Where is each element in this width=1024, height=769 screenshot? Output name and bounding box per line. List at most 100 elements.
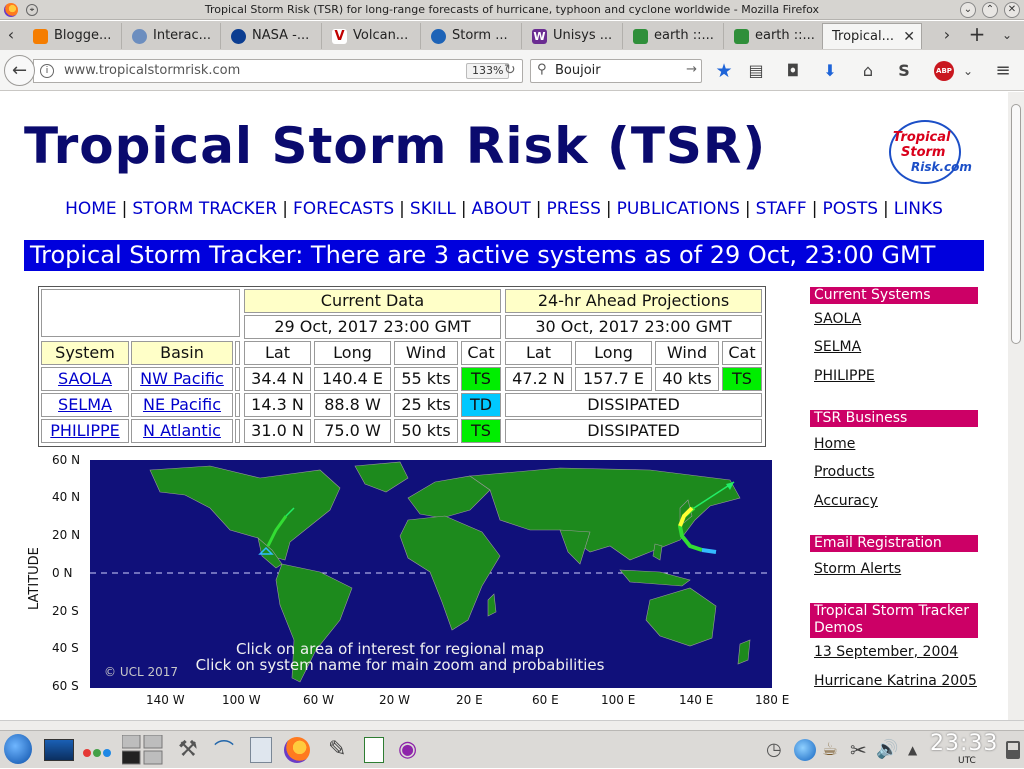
- spreadsheet-icon[interactable]: [364, 737, 384, 763]
- basin-link-ne-pacific[interactable]: NE Pacific: [143, 395, 221, 414]
- new-tab-icon[interactable]: +: [966, 21, 988, 47]
- tabs-scroll-left-icon[interactable]: ‹: [2, 22, 20, 48]
- world-map-svg[interactable]: Click on area of interest for regional m…: [90, 460, 772, 688]
- lon-label: 140 W: [146, 693, 185, 707]
- close-tab-icon[interactable]: ✕: [903, 24, 915, 49]
- tools-icon[interactable]: ⚒: [178, 736, 198, 764]
- updates-icon[interactable]: ◷: [766, 736, 782, 764]
- sidebar-link-accuracy[interactable]: Accuracy: [814, 493, 878, 509]
- tray-expand-icon[interactable]: ▲: [908, 736, 917, 764]
- network-app-icon[interactable]: ⌒: [214, 736, 234, 764]
- desktop-preview-icon[interactable]: [44, 739, 74, 761]
- reload-icon[interactable]: ↻: [504, 62, 516, 78]
- text-editor-icon[interactable]: ✎: [328, 736, 346, 764]
- globe-favicon-icon: [132, 29, 147, 44]
- tab-earth-2[interactable]: earth ::...: [725, 23, 823, 49]
- sidebar-link-home[interactable]: Home: [814, 436, 855, 452]
- world-storm-map[interactable]: Click on area of interest for regional m…: [90, 460, 772, 688]
- maximize-window-icon[interactable]: ⌃: [982, 2, 998, 18]
- cat-cell: TD: [461, 393, 501, 417]
- lat-label: 60 N: [52, 453, 81, 467]
- sync-icon[interactable]: S: [893, 60, 915, 82]
- sidebar-link-storm-alerts[interactable]: Storm Alerts: [814, 561, 901, 577]
- system-link-saola[interactable]: SAOLA: [58, 369, 112, 388]
- system-link-philippe[interactable]: PHILIPPE: [50, 421, 119, 440]
- downloads-icon[interactable]: ⬇: [819, 60, 841, 82]
- tabs-scroll-right-icon[interactable]: ›: [938, 22, 956, 48]
- viewer-app-icon[interactable]: ◉: [398, 736, 417, 764]
- sidebar-link-katrina[interactable]: Hurricane Katrina 2005: [814, 673, 977, 689]
- nav-forecasts[interactable]: FORECASTS: [293, 199, 394, 219]
- tab-interactive[interactable]: Interac...: [123, 23, 221, 49]
- site-info-icon[interactable]: i: [40, 64, 54, 78]
- system-link-selma[interactable]: SELMA: [58, 395, 112, 414]
- proj-wind-cell: 40 kts: [655, 367, 719, 391]
- nav-home[interactable]: HOME: [65, 199, 117, 219]
- activities-icon[interactable]: [82, 744, 112, 757]
- search-bar[interactable]: ⚲ →: [530, 59, 702, 83]
- back-button[interactable]: ←: [4, 55, 35, 86]
- nav-about[interactable]: ABOUT: [472, 199, 531, 219]
- sidebar-link-philippe[interactable]: PHILIPPE: [814, 368, 875, 384]
- minimize-window-icon[interactable]: ⌄: [960, 2, 976, 18]
- scrollbar-thumb[interactable]: [1011, 104, 1021, 344]
- bookmark-star-icon[interactable]: ★: [713, 60, 735, 82]
- wind-cell: 55 kts: [394, 367, 458, 391]
- file-manager-icon[interactable]: [250, 737, 272, 763]
- search-input[interactable]: [555, 63, 685, 78]
- sidebar-link-selma[interactable]: SELMA: [814, 339, 861, 355]
- vertical-scrollbar[interactable]: [1008, 92, 1024, 720]
- cat-cell: TS: [461, 419, 501, 443]
- nav-storm-tracker[interactable]: STORM TRACKER: [132, 199, 277, 219]
- list-tabs-icon[interactable]: ⌄: [996, 22, 1018, 48]
- adblock-menu-icon[interactable]: ⌄: [957, 60, 979, 82]
- taskbar-clock[interactable]: 23:33: [930, 731, 998, 756]
- adblock-icon[interactable]: ABP: [934, 61, 954, 81]
- pocket-icon[interactable]: ◘: [782, 60, 804, 82]
- nav-publications[interactable]: PUBLICATIONS: [617, 199, 740, 219]
- logo-line-3: Risk.com: [911, 160, 972, 174]
- home-icon[interactable]: ⌂: [857, 60, 879, 82]
- web-page: Tropical Storm Risk (TSR) Tropical Storm…: [0, 92, 1008, 720]
- search-go-icon[interactable]: →: [686, 62, 697, 77]
- pin-icon[interactable]: ⌖: [26, 4, 38, 16]
- proj-cat-cell: TS: [722, 367, 762, 391]
- nav-posts[interactable]: POSTS: [822, 199, 878, 219]
- tab-blogger[interactable]: Blogge...: [24, 23, 122, 49]
- network-globe-icon[interactable]: [794, 739, 816, 761]
- col-proj-lat: Lat: [505, 341, 572, 365]
- sidebar-link-products[interactable]: Products: [814, 464, 874, 480]
- volume-icon[interactable]: 🔊: [876, 736, 898, 764]
- nav-skill[interactable]: SKILL: [410, 199, 456, 219]
- horizontal-scrollbar[interactable]: [0, 720, 1024, 730]
- lon-label: 60 W: [303, 693, 334, 707]
- close-window-icon[interactable]: ✕: [1004, 2, 1020, 18]
- col-spacer: [235, 393, 240, 417]
- sidebar-link-demo-2004[interactable]: 13 September, 2004: [814, 644, 958, 660]
- hamburger-menu-icon[interactable]: ≡: [992, 60, 1014, 82]
- nav-staff[interactable]: STAFF: [756, 199, 807, 219]
- virtual-desktops-icon[interactable]: [121, 734, 164, 765]
- table-blank-corner: [41, 289, 240, 337]
- app-launcher-icon[interactable]: [4, 734, 32, 764]
- reading-list-icon[interactable]: ▤: [745, 60, 767, 82]
- sidebar-link-saola[interactable]: SAOLA: [814, 311, 861, 327]
- basin-link-nw-pacific[interactable]: NW Pacific: [140, 369, 224, 388]
- tab-nasa[interactable]: NASA -...: [222, 23, 322, 49]
- nav-links[interactable]: LINKS: [894, 199, 943, 219]
- battery-icon[interactable]: [1006, 741, 1020, 759]
- basin-link-n-atlantic[interactable]: N Atlantic: [143, 421, 221, 440]
- tab-earth-1[interactable]: earth ::...: [624, 23, 724, 49]
- tab-unisys[interactable]: W Unisys ...: [523, 23, 623, 49]
- url-text[interactable]: www.tropicalstormrisk.com: [64, 63, 240, 78]
- tsr-logo[interactable]: Tropical Storm Risk.com: [889, 120, 972, 184]
- tab-tropical-active[interactable]: Tropical... ✕: [822, 23, 922, 49]
- zoom-indicator[interactable]: 133%: [466, 63, 510, 79]
- tab-storm[interactable]: Storm ...: [422, 23, 522, 49]
- firefox-taskbar-icon[interactable]: [284, 737, 310, 763]
- tab-volcano[interactable]: V Volcan...: [323, 23, 421, 49]
- coffee-icon[interactable]: ☕: [822, 736, 838, 764]
- clipboard-scissors-icon[interactable]: ✂: [850, 736, 867, 764]
- url-bar[interactable]: i www.tropicalstormrisk.com 133% ↻: [33, 59, 523, 83]
- nav-press[interactable]: PRESS: [546, 199, 600, 219]
